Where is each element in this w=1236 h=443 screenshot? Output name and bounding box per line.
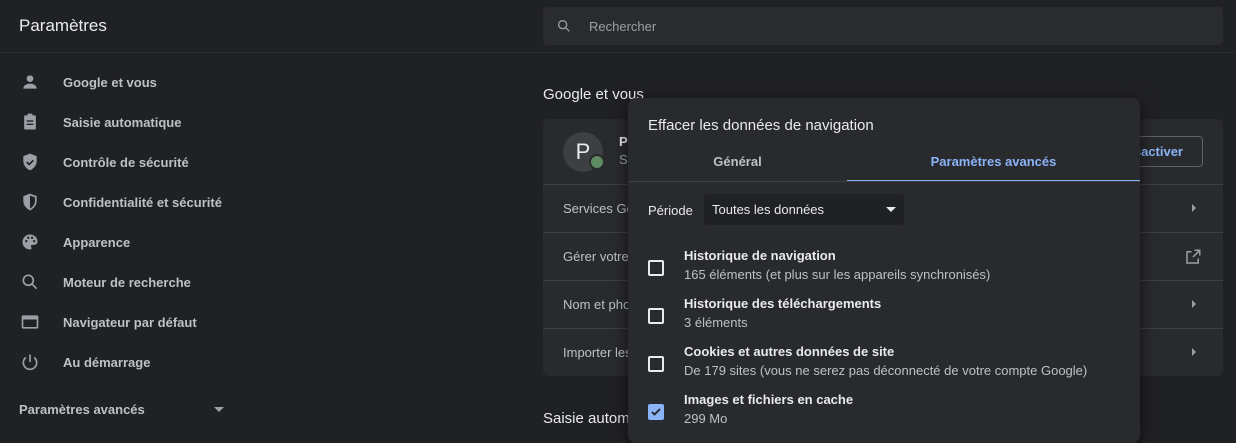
option-subtitle: 3 éléments — [684, 315, 748, 330]
row-label: Importer les — [563, 345, 632, 360]
option-title: Historique des téléchargements — [684, 296, 882, 311]
option-title: Historique de navigation — [684, 248, 836, 263]
checkbox[interactable] — [648, 260, 664, 276]
sidebar-item-safety-check[interactable]: Contrôle de sécurité — [0, 142, 240, 182]
shield-check-icon — [23, 153, 37, 171]
period-value: Toutes les données — [712, 202, 825, 217]
sidebar-item-label: Navigateur par défaut — [63, 314, 197, 330]
sidebar-item-autofill[interactable]: Saisie automatique — [0, 102, 240, 142]
search-input[interactable] — [589, 7, 1189, 45]
checkbox[interactable] — [648, 356, 664, 372]
top-bar: Paramètres — [0, 0, 1236, 53]
chevron-right-icon — [1192, 300, 1196, 308]
tabs-divider — [628, 181, 1140, 182]
option-browsing-history[interactable]: Historique de navigation 165 éléments (e… — [628, 248, 1140, 296]
sidebar-item-appearance[interactable]: Apparence — [0, 222, 240, 262]
option-download-history[interactable]: Historique des téléchargements 3 élément… — [628, 296, 1140, 344]
palette-icon — [22, 234, 38, 250]
external-link-icon — [1186, 249, 1201, 264]
person-icon — [23, 75, 37, 89]
dropdown-arrow-icon — [886, 207, 896, 212]
row-label: Nom et pho — [563, 297, 631, 312]
sidebar-item-label: Moteur de recherche — [63, 274, 191, 290]
dialog-title: Effacer les données de navigation — [648, 117, 874, 134]
search-box[interactable] — [543, 7, 1223, 45]
profile-status: S — [619, 152, 628, 167]
option-title: Images et fichiers en cache — [684, 392, 854, 407]
sidebar-item-label: Google et vous — [63, 74, 157, 90]
period-label: Période — [648, 203, 693, 218]
shield-icon — [23, 193, 37, 211]
sidebar-item-label: Confidentialité et sécurité — [63, 194, 222, 210]
search-icon — [558, 19, 570, 32]
option-cookies[interactable]: Cookies et autres données de site De 179… — [628, 344, 1140, 392]
row-label: Gérer votre — [563, 249, 629, 264]
chevron-right-icon — [1192, 348, 1196, 356]
sync-badge-icon — [589, 154, 605, 170]
check-icon — [651, 408, 661, 416]
profile-name: P — [619, 134, 628, 149]
section-title-autofill: Saisie autom — [543, 410, 630, 427]
clipboard-icon — [24, 113, 36, 130]
option-subtitle: 299 Mo — [684, 411, 728, 426]
tab-advanced[interactable]: Paramètres avancés — [847, 145, 1140, 182]
chevron-down-icon — [214, 407, 224, 412]
chevron-right-icon — [1192, 204, 1196, 212]
sidebar-item-label: Au démarrage — [63, 354, 151, 370]
sidebar-item-search-engine[interactable]: Moteur de recherche — [0, 262, 240, 302]
clear-browsing-data-dialog: Effacer les données de navigation Généra… — [628, 98, 1140, 443]
row-label: Services Go — [563, 201, 634, 216]
sidebar-advanced-toggle[interactable]: Paramètres avancés — [19, 402, 145, 417]
sidebar: Google et vous Saisie automatique Contrô… — [0, 62, 240, 382]
browser-icon — [21, 315, 39, 329]
sidebar-item-default-browser[interactable]: Navigateur par défaut — [0, 302, 240, 342]
power-icon — [22, 354, 38, 371]
sidebar-item-privacy[interactable]: Confidentialité et sécurité — [0, 182, 240, 222]
checkbox[interactable] — [648, 308, 664, 324]
checkbox-checked[interactable] — [648, 404, 664, 420]
sidebar-item-startup[interactable]: Au démarrage — [0, 342, 240, 382]
period-select[interactable]: Toutes les données — [704, 194, 904, 225]
sidebar-item-google[interactable]: Google et vous — [0, 62, 240, 102]
sidebar-item-label: Saisie automatique — [63, 114, 182, 130]
page-title: Paramètres — [19, 16, 107, 35]
tab-general[interactable]: Général — [628, 145, 847, 182]
option-subtitle: De 179 sites (vous ne serez pas déconnec… — [684, 363, 1088, 378]
option-title: Cookies et autres données de site — [684, 344, 895, 359]
sidebar-item-label: Contrôle de sécurité — [63, 154, 189, 170]
sidebar-item-label: Apparence — [63, 234, 131, 250]
search-icon — [22, 274, 38, 290]
option-subtitle: 165 éléments (et plus sur les appareils … — [684, 267, 991, 282]
